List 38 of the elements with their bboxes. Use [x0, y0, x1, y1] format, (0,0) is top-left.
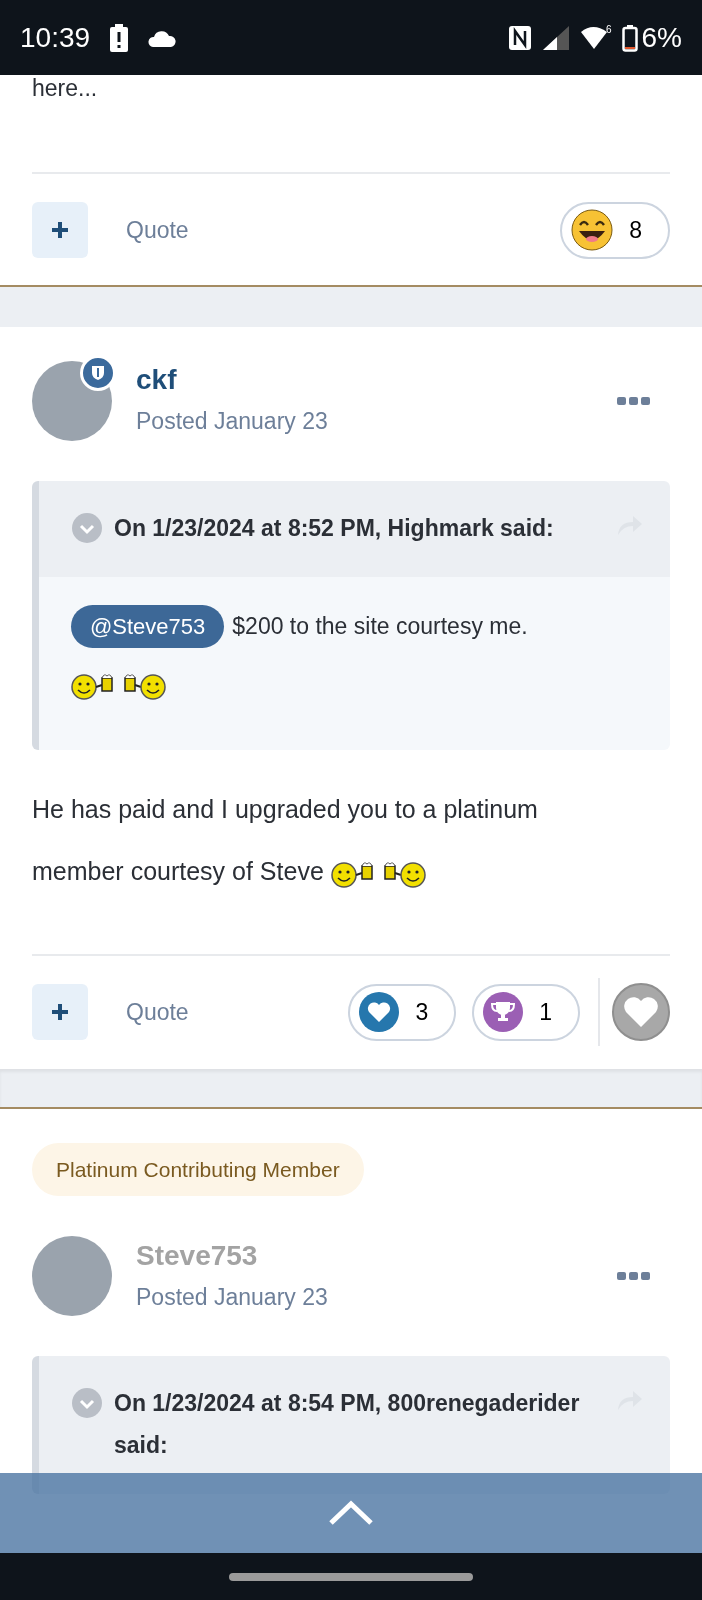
quote-citation: On 1/23/2024 at 8:52 PM, Highmark said:: [114, 513, 554, 543]
quote-text: $200 to the site courtesy me.: [232, 611, 528, 641]
collapse-chevron-icon[interactable]: [72, 512, 102, 543]
reaction-button[interactable]: 1: [472, 983, 580, 1041]
member-group-badge: Platinum Contributing Member: [32, 1142, 364, 1196]
mention-link[interactable]: @Steve753: [71, 604, 225, 648]
collapse-chevron-icon[interactable]: [72, 1388, 102, 1418]
home-gesture-bar[interactable]: [229, 1572, 473, 1581]
reaction-button[interactable]: 3: [348, 983, 457, 1041]
wifi-icon: [579, 24, 608, 51]
author-name[interactable]: ckf: [136, 362, 328, 399]
trophy-icon: [483, 992, 524, 1032]
plus-icon: [50, 1002, 70, 1022]
like-button[interactable]: [612, 983, 670, 1041]
chevron-up-icon: [328, 1500, 374, 1526]
cloud-icon: [148, 28, 177, 47]
wifi-standard-label: 6: [605, 24, 612, 35]
quote-button[interactable]: Quote: [126, 994, 189, 1030]
post-date: Posted January 23: [136, 407, 328, 437]
quote-citation: On 1/23/2024 at 8:54 PM, 800renegaderider said:: [114, 1389, 581, 1460]
post-text: He has paid and I upgraded you to a platinum member courtesy of Steve: [32, 794, 538, 885]
post-date: Posted January 23: [136, 1282, 328, 1312]
plus-icon: [50, 220, 70, 240]
plus-button[interactable]: [32, 984, 88, 1040]
battery-percentage: 6%: [641, 20, 682, 55]
plus-button[interactable]: [32, 202, 88, 258]
quote-button[interactable]: Quote: [126, 212, 189, 248]
post-text: here...: [32, 75, 98, 101]
more-options-icon[interactable]: [617, 1272, 650, 1280]
reaction-button[interactable]: 8: [560, 201, 670, 259]
cell-signal-icon: [541, 24, 570, 51]
more-options-icon[interactable]: [617, 396, 650, 405]
clock: 10:39: [20, 20, 91, 55]
battery-icon: [621, 23, 638, 52]
nfc-icon: [507, 24, 532, 51]
battery-alert-icon: [110, 23, 129, 52]
heart-icon: [622, 995, 660, 1029]
laughing-emoji-icon: [571, 209, 614, 251]
